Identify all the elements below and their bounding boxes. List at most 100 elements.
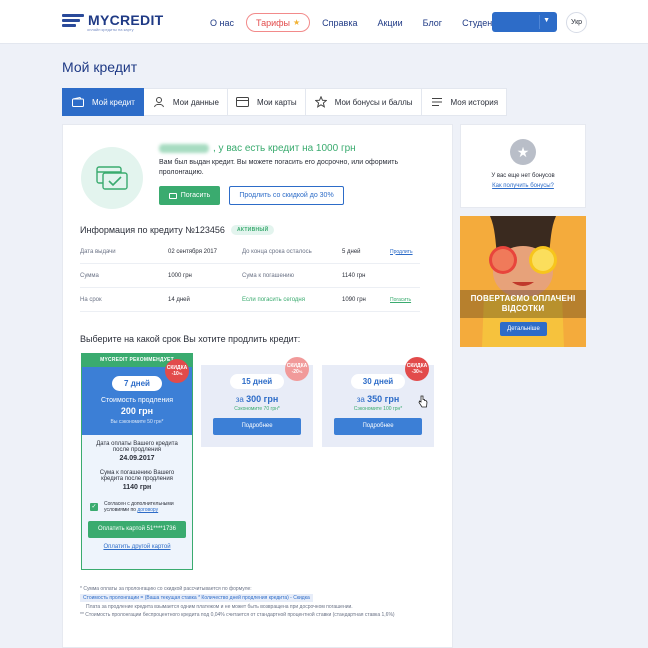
- credit-panel: , у вас есть кредит на 1000 грн Вам был …: [62, 124, 453, 648]
- tab-my-credit[interactable]: Мой кредит: [62, 88, 144, 116]
- page-title: Мой кредит: [62, 59, 138, 75]
- discount-value: -20: [291, 369, 299, 375]
- footnote: ** Стоимость пролонгации беспроцентного …: [80, 612, 395, 618]
- info-value: 5 дней: [342, 248, 361, 255]
- footnote: * Сумма оплаты за пролонгацию со скидкой…: [80, 586, 252, 592]
- tab-label: Мои карты: [256, 97, 297, 107]
- tab-label: Мои бонусы и баллы: [334, 97, 413, 107]
- repay-label: Сума к погашению Вашего кредита после пр…: [99, 470, 175, 482]
- credit-info-table: Дата выдачи 02 сентября 2017 До конца ср…: [80, 240, 420, 312]
- promo-banner[interactable]: ПОВЕРТАЄМО ОПЛАЧЕНІ ВІДСОТКИ Детальніше: [460, 216, 586, 347]
- discount-value: -10: [171, 371, 179, 377]
- offer-saved: Сэкономите 70 грн*: [234, 406, 280, 412]
- nav-blog[interactable]: Блог: [423, 14, 442, 32]
- checkbox-checked-icon[interactable]: ✓: [90, 503, 98, 511]
- agree-checkbox-row[interactable]: ✓ Согласен с дополнительными условиями п…: [90, 501, 192, 513]
- offer-card-recommended[interactable]: MYCREDIT РЕКОММЕНДУЕТ 7 дней Стоимость п…: [81, 353, 193, 570]
- language-switch[interactable]: Укр: [566, 12, 587, 33]
- tab-my-bonuses[interactable]: Мои бонусы и баллы: [305, 88, 422, 116]
- nav-help[interactable]: Справка: [322, 14, 357, 32]
- nav-tariffs[interactable]: Тарифы ★: [245, 13, 311, 32]
- info-row: На срок 14 дней Если погасить сегодня 10…: [80, 288, 420, 312]
- account-dropdown[interactable]: ▼: [492, 12, 557, 32]
- greeting: , у вас есть кредит на 1000 грн: [159, 143, 356, 154]
- contract-link[interactable]: договору: [137, 507, 158, 513]
- offer-price: за 300 грн: [201, 394, 313, 404]
- pay-button-label: Погасить: [180, 192, 211, 199]
- tabs: Мой кредит Мои данные Мои карты Мои бону…: [62, 88, 508, 116]
- tab-label: Мой кредит: [92, 97, 135, 107]
- footnote: Плата за продление кредита взымается одн…: [86, 604, 353, 610]
- repay-value: 1140 грн: [122, 484, 152, 491]
- status-badge: АКТИВНЫЙ: [230, 225, 275, 235]
- greeting-text: , у вас есть кредит на 1000 грн: [213, 143, 356, 154]
- user-icon: [152, 95, 166, 109]
- star-outline-icon: [314, 95, 328, 109]
- info-label: Если погасить сегодня: [242, 296, 305, 303]
- info-value: 1140 грн: [342, 272, 366, 279]
- info-value: 1000 грн: [168, 272, 192, 279]
- info-row: Сумма 1000 грн Сума к погашению 1140 грн: [80, 264, 420, 288]
- logo-icon: [62, 13, 84, 27]
- pay-date-label: Дата оплаты Вашего кредита после продлен…: [96, 441, 178, 453]
- bonus-text: У вас еще нет бонусов: [491, 173, 555, 179]
- bonus-link[interactable]: Как получить бонусы?: [461, 183, 585, 189]
- info-label: Дата выдачи: [80, 248, 116, 255]
- pay-card-button[interactable]: Оплатить картой 51****1736: [88, 521, 186, 538]
- price-prefix: за: [235, 395, 244, 404]
- agree-text: Согласен с дополнительными условиями по …: [104, 501, 192, 513]
- logo-tagline: онлайн кредиты на карту: [87, 27, 134, 32]
- nav-about[interactable]: О нас: [210, 14, 234, 32]
- details-button[interactable]: Подробнее: [213, 418, 301, 435]
- info-label: Сума к погашению: [242, 272, 294, 279]
- offer-days: 7 дней: [112, 376, 162, 391]
- wallet-icon: [71, 95, 85, 109]
- tab-my-cards[interactable]: Мои карты: [227, 88, 306, 116]
- extend-button[interactable]: Продлить со скидкой до 30%: [229, 186, 344, 205]
- pay-button[interactable]: Погасить: [159, 186, 220, 205]
- divider: [539, 15, 540, 29]
- discount-value: -30: [411, 369, 419, 375]
- offer-saved: Вы сэкономите 50 грн*: [110, 419, 164, 425]
- info-value: 1090 грн: [342, 296, 366, 303]
- discount-badge: СКИДКА -20%: [285, 357, 309, 381]
- discount-badge: СКИДКА -10%: [165, 359, 189, 383]
- footnotes: * Сумма оплаты за пролонгацию со скидкой…: [80, 585, 420, 619]
- info-value: 02 сентября 2017: [168, 248, 217, 255]
- tab-label: Моя история: [450, 97, 499, 107]
- info-label: На срок: [80, 296, 102, 303]
- cards-illustration-icon: [81, 147, 143, 209]
- offer-days: 30 дней: [350, 374, 406, 389]
- offer-days: 15 дней: [229, 374, 285, 389]
- discount-badge: СКИДКА -30%: [405, 357, 429, 381]
- tab-my-data[interactable]: Мои данные: [143, 88, 228, 116]
- chevron-down-icon: ▼: [543, 17, 550, 24]
- card-icon: [168, 192, 177, 199]
- tab-label: Мои данные: [172, 97, 219, 107]
- pay-other-card-link[interactable]: Оплатить другой картой: [82, 544, 192, 550]
- price-value: 350 грн: [367, 394, 400, 404]
- card-icon: [236, 95, 250, 109]
- star-icon: ★: [293, 17, 301, 27]
- tab-my-history[interactable]: Моя история: [421, 88, 508, 116]
- credit-info-title: Информация по кредиту №123456 АКТИВНЫЙ: [80, 225, 275, 235]
- promo-text: ПОВЕРТАЄМО ОПЛАЧЕНІ ВІДСОТКИ: [470, 294, 576, 313]
- promo-button[interactable]: Детальніше: [500, 322, 547, 336]
- choose-term-title: Выберите на какой срок Вы хотите продлит…: [80, 334, 301, 344]
- list-icon: [430, 95, 444, 109]
- main-nav: О нас Тарифы ★ Справка Акции Блог Студент…: [210, 13, 527, 32]
- offer-cost-label: Стоимость продления: [100, 397, 174, 404]
- bonus-card: ★ У вас еще нет бонусов Как получить бон…: [460, 124, 586, 208]
- info-label: Сумма: [80, 272, 99, 279]
- info-label: До конца срока осталось: [242, 248, 312, 255]
- logo[interactable]: MYCREDIT онлайн кредиты на карту: [62, 13, 164, 32]
- blurred-name: [159, 143, 209, 153]
- credit-info-heading: Информация по кредиту №123456: [80, 225, 225, 235]
- price-prefix: за: [356, 395, 365, 404]
- details-button[interactable]: Подробнее: [334, 418, 422, 435]
- extend-link[interactable]: Продлить: [390, 249, 413, 255]
- info-value: 14 дней: [168, 296, 190, 303]
- nav-promos[interactable]: Акции: [377, 14, 402, 32]
- repay-link[interactable]: Погасить: [390, 297, 411, 303]
- formula: Стоимость пролонгации = (Ваша текущая ст…: [80, 594, 313, 602]
